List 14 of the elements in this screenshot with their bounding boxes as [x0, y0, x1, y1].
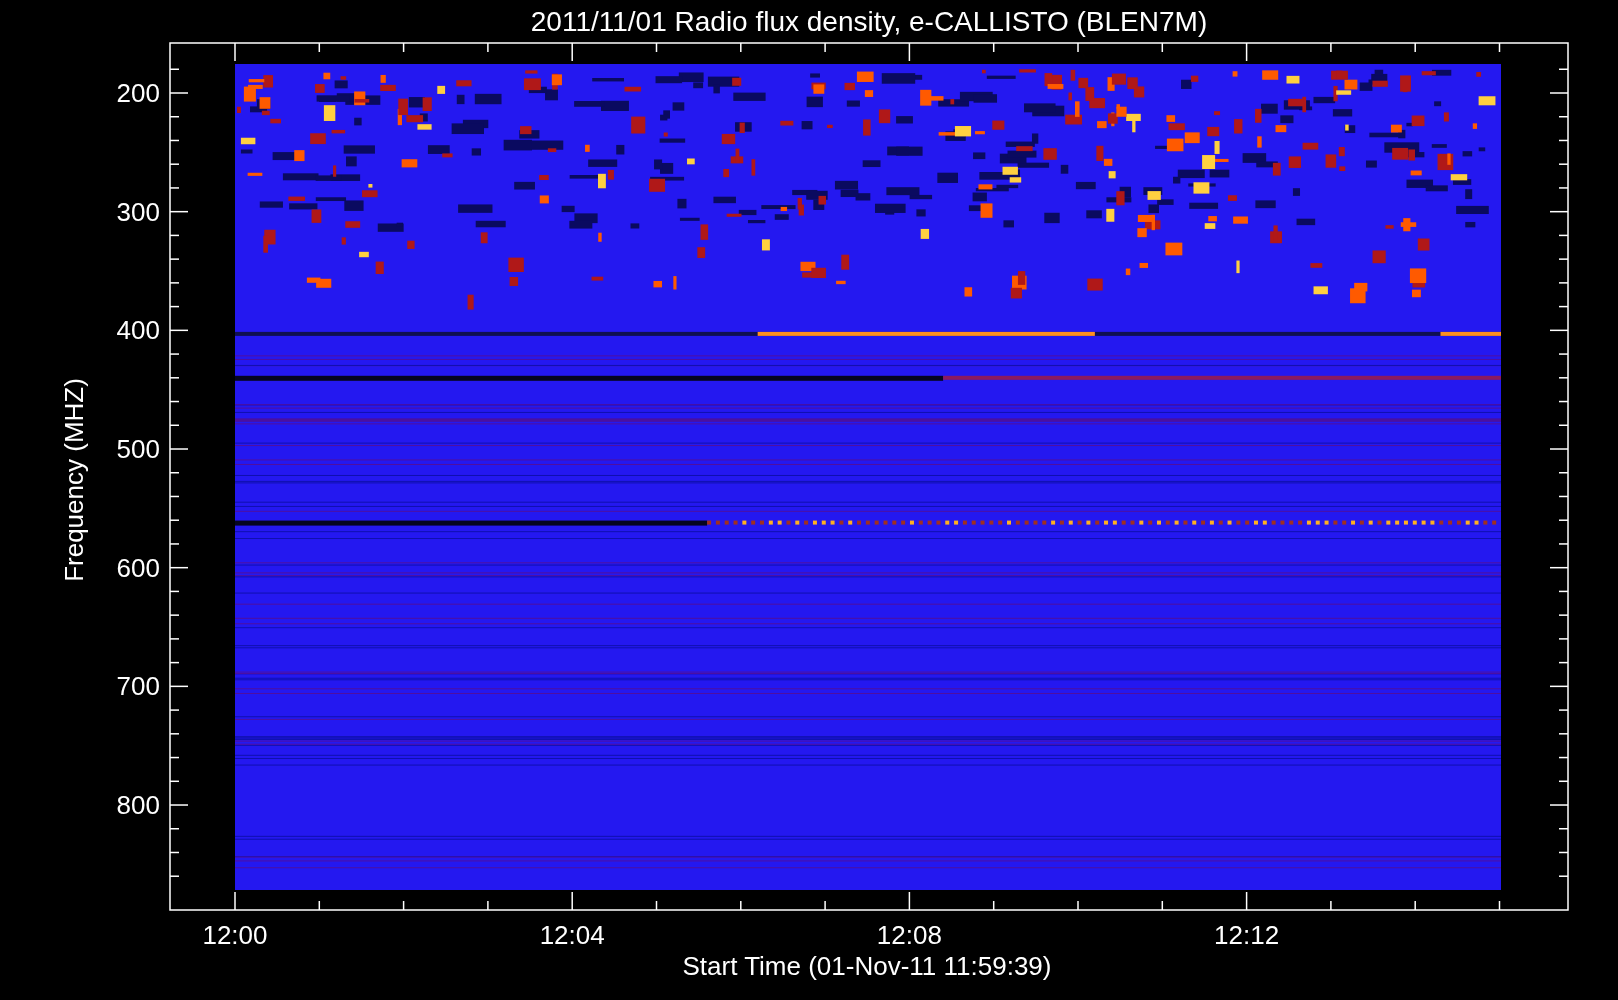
y-tick-label: 400 [116, 315, 160, 346]
y-tick-label: 600 [116, 552, 160, 583]
x-tick-label: 12:00 [202, 920, 268, 950]
x-tick-label: 12:12 [1214, 920, 1280, 950]
y-tick-label: 700 [116, 671, 160, 702]
y-tick-label: 500 [116, 434, 160, 464]
y-axis-label: Frequency (MHZ) [59, 378, 89, 582]
x-tick-label: 12:08 [876, 920, 942, 950]
x-axis-label: Start Time (01-Nov-11 11:59:39) [682, 951, 1052, 981]
y-tick-label: 300 [116, 196, 160, 227]
y-tick-label: 200 [116, 78, 160, 108]
chart-title: 2011/11/01 Radio flux density, e-CALLISTO (BLEN7M) [530, 6, 1208, 37]
x-tick-label: 12:04 [539, 920, 605, 950]
y-tick-label: 800 [116, 790, 160, 820]
